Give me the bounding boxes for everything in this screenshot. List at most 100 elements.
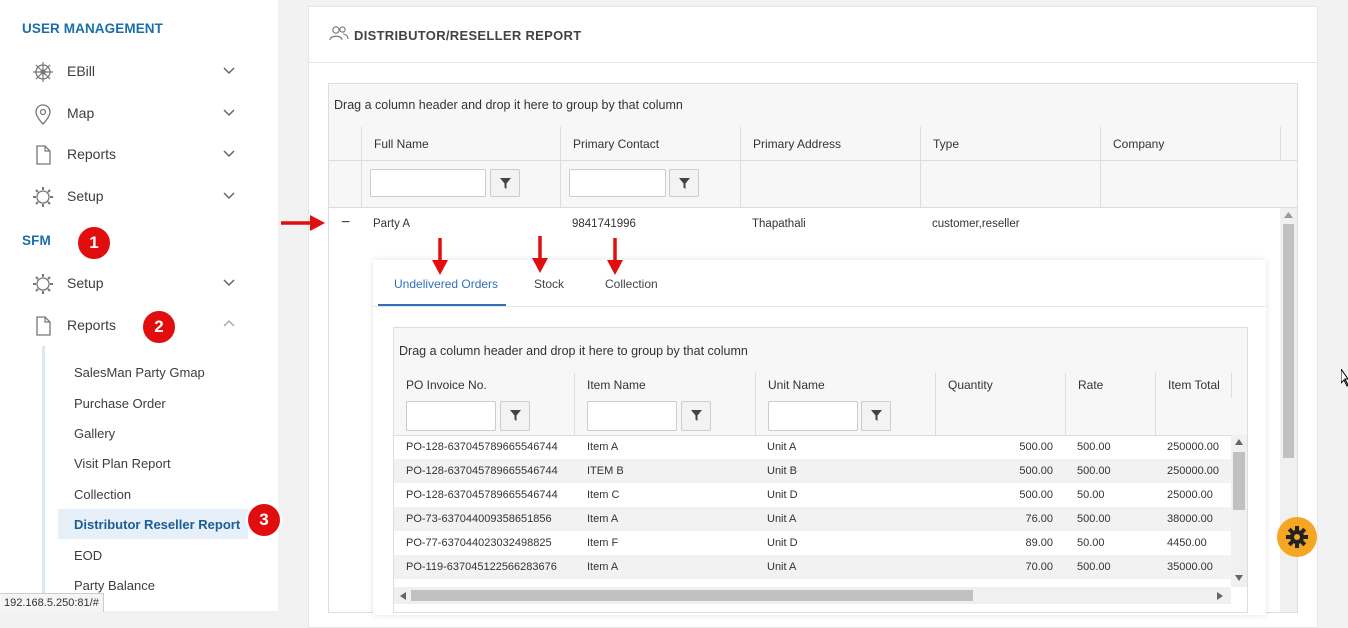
column-header-quantity[interactable]: Quantity — [935, 373, 1065, 398]
filter-cell — [740, 161, 920, 207]
detail-grid: Drag a column header and drop it here to… — [393, 327, 1248, 613]
sidebar-item-setup[interactable]: Setup — [30, 182, 250, 212]
tab-stock[interactable]: Stock — [534, 277, 564, 291]
cell-quantity: 500.00 — [1019, 441, 1053, 453]
column-header-full-name[interactable]: Full Name — [361, 127, 560, 160]
cell-rate: 50.00 — [1077, 489, 1105, 501]
cell-quantity: 70.00 — [1025, 561, 1053, 573]
filter-button[interactable] — [681, 401, 711, 431]
filter-input-unit-name[interactable] — [768, 401, 858, 431]
sidebar-item-sfm-setup[interactable]: Setup — [30, 269, 250, 299]
sidebar-item-reports[interactable]: Reports — [30, 140, 250, 170]
sidebar-item-map[interactable]: Map — [30, 99, 250, 129]
scroll-left-icon — [400, 592, 406, 600]
sidebar-subitem-salesman-party-gmap[interactable]: SalesMan Party Gmap — [74, 365, 205, 380]
cell-unit-name: Unit D — [767, 537, 798, 549]
section-title-user-management: USER MANAGEMENT — [22, 21, 164, 36]
filter-cell — [361, 161, 560, 207]
filter-cell — [1065, 398, 1155, 435]
tab-undelivered-orders[interactable]: Undelivered Orders — [394, 277, 498, 291]
annotation-arrow-down-icon — [532, 236, 548, 273]
filter-icon — [691, 410, 702, 421]
annotation-badge-3: 3 — [246, 502, 282, 538]
scrollbar-thumb[interactable] — [1233, 452, 1245, 510]
column-header-company[interactable]: Company — [1100, 127, 1280, 160]
sidebar-subitem-collection[interactable]: Collection — [74, 487, 131, 502]
cell-item-name: Item A — [587, 441, 619, 453]
cell-po-invoice-no: PO-73-637044009358651856 — [406, 513, 552, 525]
gear-icon — [1286, 526, 1308, 548]
horizontal-scrollbar[interactable] — [394, 587, 1231, 604]
filter-input-primary-contact[interactable] — [569, 169, 666, 197]
filter-cell — [755, 398, 935, 435]
filter-button[interactable] — [669, 169, 699, 197]
table-row[interactable]: PO-73-637044009358651856 Item A Unit A 7… — [394, 507, 1231, 531]
scrollbar-thumb[interactable] — [1283, 224, 1294, 458]
filter-button[interactable] — [861, 401, 891, 431]
cell-primary-contact: 9841741996 — [572, 218, 636, 230]
sidebar-subitem-party-balance[interactable]: Party Balance — [74, 578, 155, 593]
sidebar-subitem-eod[interactable]: EOD — [74, 548, 102, 563]
cell-rate: 500.00 — [1077, 513, 1111, 525]
scroll-up-icon — [1235, 439, 1243, 445]
group-drop-panel[interactable]: Drag a column header and drop it here to… — [329, 84, 1297, 128]
column-header-item-name[interactable]: Item Name — [574, 373, 755, 398]
settings-button[interactable] — [1277, 517, 1317, 557]
filter-cell — [935, 398, 1065, 435]
section-title-sfm: SFM — [22, 233, 51, 248]
vertical-scrollbar[interactable] — [1231, 435, 1247, 587]
submenu-guide-line — [42, 346, 45, 611]
filter-button[interactable] — [490, 169, 520, 197]
gear-icon — [33, 187, 53, 207]
sidebar-item-ebill[interactable]: EBill — [30, 57, 250, 87]
detail-grid-body: PO-128-637045789665546744 Item A Unit A … — [394, 435, 1231, 579]
cell-item-name: Item C — [587, 489, 620, 501]
table-row[interactable]: PO-128-637045789665546744 ITEM B Unit B … — [394, 459, 1231, 483]
map-pin-icon — [35, 104, 51, 125]
filter-button[interactable] — [500, 401, 530, 431]
filter-input-full-name[interactable] — [370, 169, 486, 197]
column-header-item-total[interactable]: Item Total — [1155, 373, 1231, 398]
column-header-primary-contact[interactable]: Primary Contact — [560, 127, 740, 160]
scrollbar-thumb[interactable] — [411, 590, 973, 601]
chevron-down-icon — [223, 67, 235, 75]
table-row[interactable]: PO-128-637045789665546744 Item C Unit D … — [394, 483, 1231, 507]
cell-rate: 500.00 — [1077, 465, 1111, 477]
sidebar-subitem-distributor-reseller-report[interactable]: Distributor Reseller Report — [74, 517, 240, 532]
column-header-type[interactable]: Type — [920, 127, 1100, 160]
table-row[interactable]: PO-77-637044023032498825 Item F Unit D 8… — [394, 531, 1231, 555]
sidebar-item-label: Map — [67, 105, 95, 121]
chevron-down-icon — [223, 192, 235, 200]
cell-po-invoice-no: PO-128-637045789665546744 — [406, 489, 558, 501]
header-scroll-spacer — [1231, 373, 1247, 398]
chevron-down-icon — [223, 279, 235, 287]
collapse-row-toggle[interactable]: − — [341, 214, 350, 232]
cell-item-name: Item A — [587, 561, 619, 573]
sidebar-item-label: Reports — [67, 146, 117, 162]
filter-icon — [500, 178, 511, 189]
annotation-arrow-right-icon — [281, 215, 325, 231]
filter-icon — [510, 410, 521, 421]
chevron-down-icon — [223, 150, 235, 158]
sidebar-subitem-gallery[interactable]: Gallery — [74, 426, 115, 441]
column-header-po-invoice-no[interactable]: PO Invoice No. — [394, 373, 574, 398]
header-scroll-spacer — [1280, 127, 1297, 160]
filter-input-po-invoice-no[interactable] — [406, 401, 496, 431]
group-drop-panel[interactable]: Drag a column header and drop it here to… — [394, 328, 1247, 374]
filter-cell — [920, 161, 1100, 207]
tab-collection[interactable]: Collection — [605, 277, 658, 291]
table-row[interactable]: PO-119-637045122566283676 Item A Unit A … — [394, 555, 1231, 579]
table-row[interactable]: PO-128-637045789665546744 Item A Unit A … — [394, 435, 1231, 459]
sidebar-subitem-visit-plan-report[interactable]: Visit Plan Report — [74, 456, 171, 471]
sidebar-item-sfm-reports[interactable]: Reports — [30, 311, 250, 341]
sidebar-subitem-purchase-order[interactable]: Purchase Order — [74, 396, 166, 411]
table-row[interactable]: − Party A 9841741996 Thapathali customer… — [329, 208, 1297, 241]
column-header-rate[interactable]: Rate — [1065, 373, 1155, 398]
column-header-unit-name[interactable]: Unit Name — [755, 373, 935, 398]
cell-quantity: 89.00 — [1025, 537, 1053, 549]
annotation-arrow-down-icon — [607, 238, 623, 275]
filter-input-item-name[interactable] — [587, 401, 677, 431]
wheel-icon — [33, 62, 53, 82]
column-header-primary-address[interactable]: Primary Address — [740, 127, 920, 160]
cell-quantity: 500.00 — [1019, 465, 1053, 477]
